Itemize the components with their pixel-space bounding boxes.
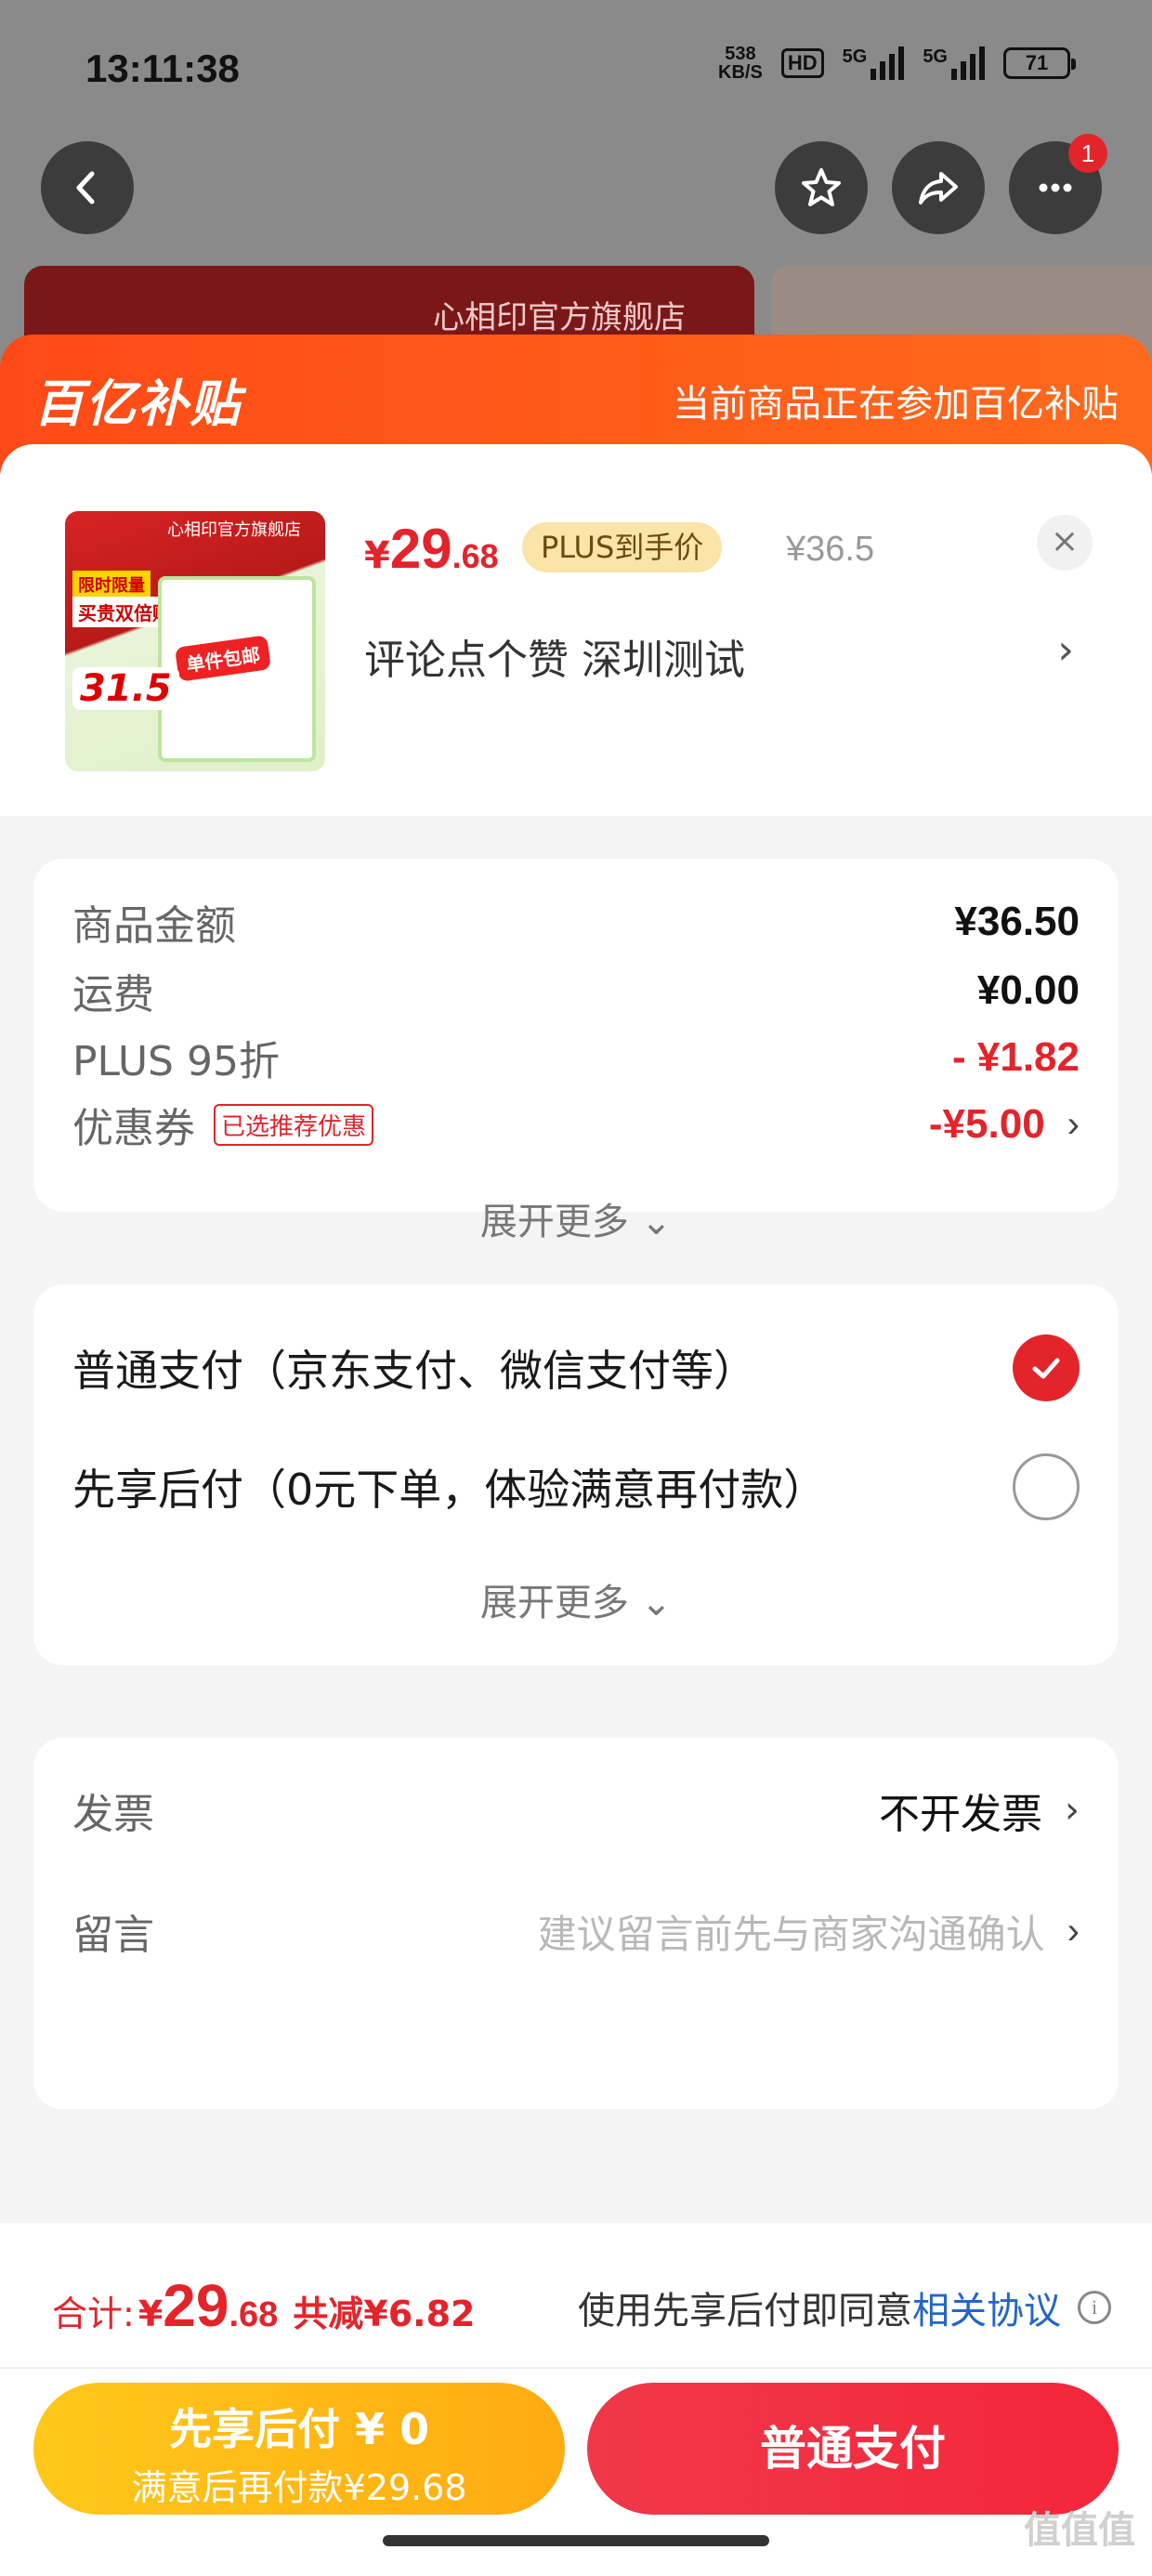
chevron-right-icon: › [1067, 1910, 1080, 1952]
note-row[interactable]: 留言 建议留言前先与商家沟通确认 › [72, 1901, 1080, 1961]
note-input[interactable]: 建议留言前先与商家沟通确认 [538, 1903, 1045, 1960]
chevron-right-icon[interactable]: › [1057, 626, 1074, 674]
agreement-line: 使用先享后付即同意 相关协议 i [578, 2280, 1111, 2334]
summary-row-shipping: 运费 ¥0.00 [72, 967, 1080, 1019]
watermark: 值值值 [1024, 2509, 1135, 2552]
home-indicator[interactable] [383, 2535, 769, 2546]
star-icon [802, 168, 841, 206]
info-icon[interactable]: i [1078, 2291, 1111, 2324]
payment-card: 普通支付（京东支付、微信支付等） 先享后付（0元下单，体验满意再付款） 展开更多… [33, 1284, 1119, 1665]
share-button[interactable] [892, 141, 985, 234]
normal-pay-button[interactable]: 普通支付 [587, 2383, 1119, 2515]
invoice-value: 不开发票 [879, 1791, 1042, 1838]
expand-more-button-2[interactable]: 展开更多 ⌄ [33, 1572, 1119, 1626]
summary-row-goods: 商品金额 ¥36.50 [72, 899, 1080, 950]
summary-row-coupon[interactable]: 优惠券 已选推荐优惠 -¥5.00 › [72, 1095, 1080, 1154]
price-summary-card: 商品金额 ¥36.50 运费 ¥0.00 PLUS 95折 - ¥1.82 优惠… [33, 859, 1119, 1243]
chevron-right-icon: › [1065, 1789, 1080, 1832]
status-time: 13:11:38 [85, 46, 240, 90]
invoice-row[interactable]: 发票 不开发票 › [72, 1781, 1080, 1840]
status-bar: 13:11:38 538 KB/S HD 5G 5G 71 [0, 37, 1152, 102]
chevron-left-icon [76, 171, 95, 204]
subsidy-logo: 百亿补贴 [33, 375, 242, 433]
battery-icon: 71 [1003, 47, 1076, 79]
payment-option-normal[interactable]: 普通支付（京东支付、微信支付等） [72, 1334, 1080, 1401]
product-spec[interactable]: 评论点个赞 深圳测试 [364, 626, 745, 686]
plus-price-tag: PLUS到手价 [522, 522, 723, 572]
close-button[interactable]: × [1037, 515, 1093, 571]
divider [0, 2367, 1152, 2369]
product-card: 心相印官方旗舰店 限时限量 买贵双倍赔 单件包邮 31.5 ¥ 29 .68 P… [0, 444, 1152, 816]
summary-row-plus: PLUS 95折 - ¥1.82 [72, 1034, 1080, 1085]
back-button[interactable] [41, 141, 134, 234]
chevron-right-icon: › [1067, 1103, 1080, 1145]
store-name: 心相印官方旗舰店 [433, 299, 686, 336]
checkout-sheet: 心相印官方旗舰店 限时限量 买贵双倍赔 单件包邮 31.5 ¥ 29 .68 P… [0, 444, 1152, 2228]
checked-icon[interactable] [1013, 1334, 1080, 1401]
signal-icon-2: 5G [923, 46, 985, 80]
coupon-recommend-tag: 已选推荐优惠 [214, 1103, 374, 1146]
more-dots-icon [1039, 183, 1072, 192]
signal-icon: 5G [843, 46, 905, 80]
total-saved: 共减¥6.82 [293, 2293, 476, 2334]
radio-unchecked-icon[interactable] [1013, 1453, 1080, 1520]
expand-more-button[interactable]: 展开更多 ⌄ [33, 1191, 1119, 1245]
background-page: 13:11:38 538 KB/S HD 5G 5G 71 1 心相印官方旗舰店 [0, 0, 1152, 390]
more-button[interactable]: 1 [1009, 134, 1107, 234]
status-icons: 538 KB/S HD 5G 5G 71 [718, 44, 1076, 83]
notification-badge: 1 [1068, 134, 1107, 173]
agreement-link[interactable]: 相关协议 [912, 2280, 1061, 2334]
order-total: 合计: ¥ 29 .68 共减¥6.82 [52, 2272, 476, 2339]
payment-option-later[interactable]: 先享后付（0元下单，体验满意再付款） [72, 1453, 1080, 1520]
favorite-button[interactable] [775, 141, 868, 234]
original-price: ¥36.5 [786, 530, 875, 569]
bottom-action-bar: 合计: ¥ 29 .68 共减¥6.82 使用先享后付即同意 相关协议 i 先享… [0, 2223, 1152, 2576]
product-image: 心相印官方旗舰店 限时限量 买贵双倍赔 单件包邮 31.5 [65, 511, 325, 771]
share-icon [919, 172, 958, 204]
pay-later-button[interactable]: 先享后付 ¥ 0 满意后再付款¥29.68 [33, 2383, 565, 2515]
extras-card: 发票 不开发票 › 留言 建议留言前先与商家沟通确认 › [33, 1738, 1119, 2109]
network-speed: 538 KB/S [718, 44, 763, 83]
product-price: ¥ 29 .68 [364, 518, 499, 580]
hd-icon: HD [780, 48, 824, 78]
subsidy-note: 当前商品正在参加百亿补贴 [673, 383, 1119, 426]
